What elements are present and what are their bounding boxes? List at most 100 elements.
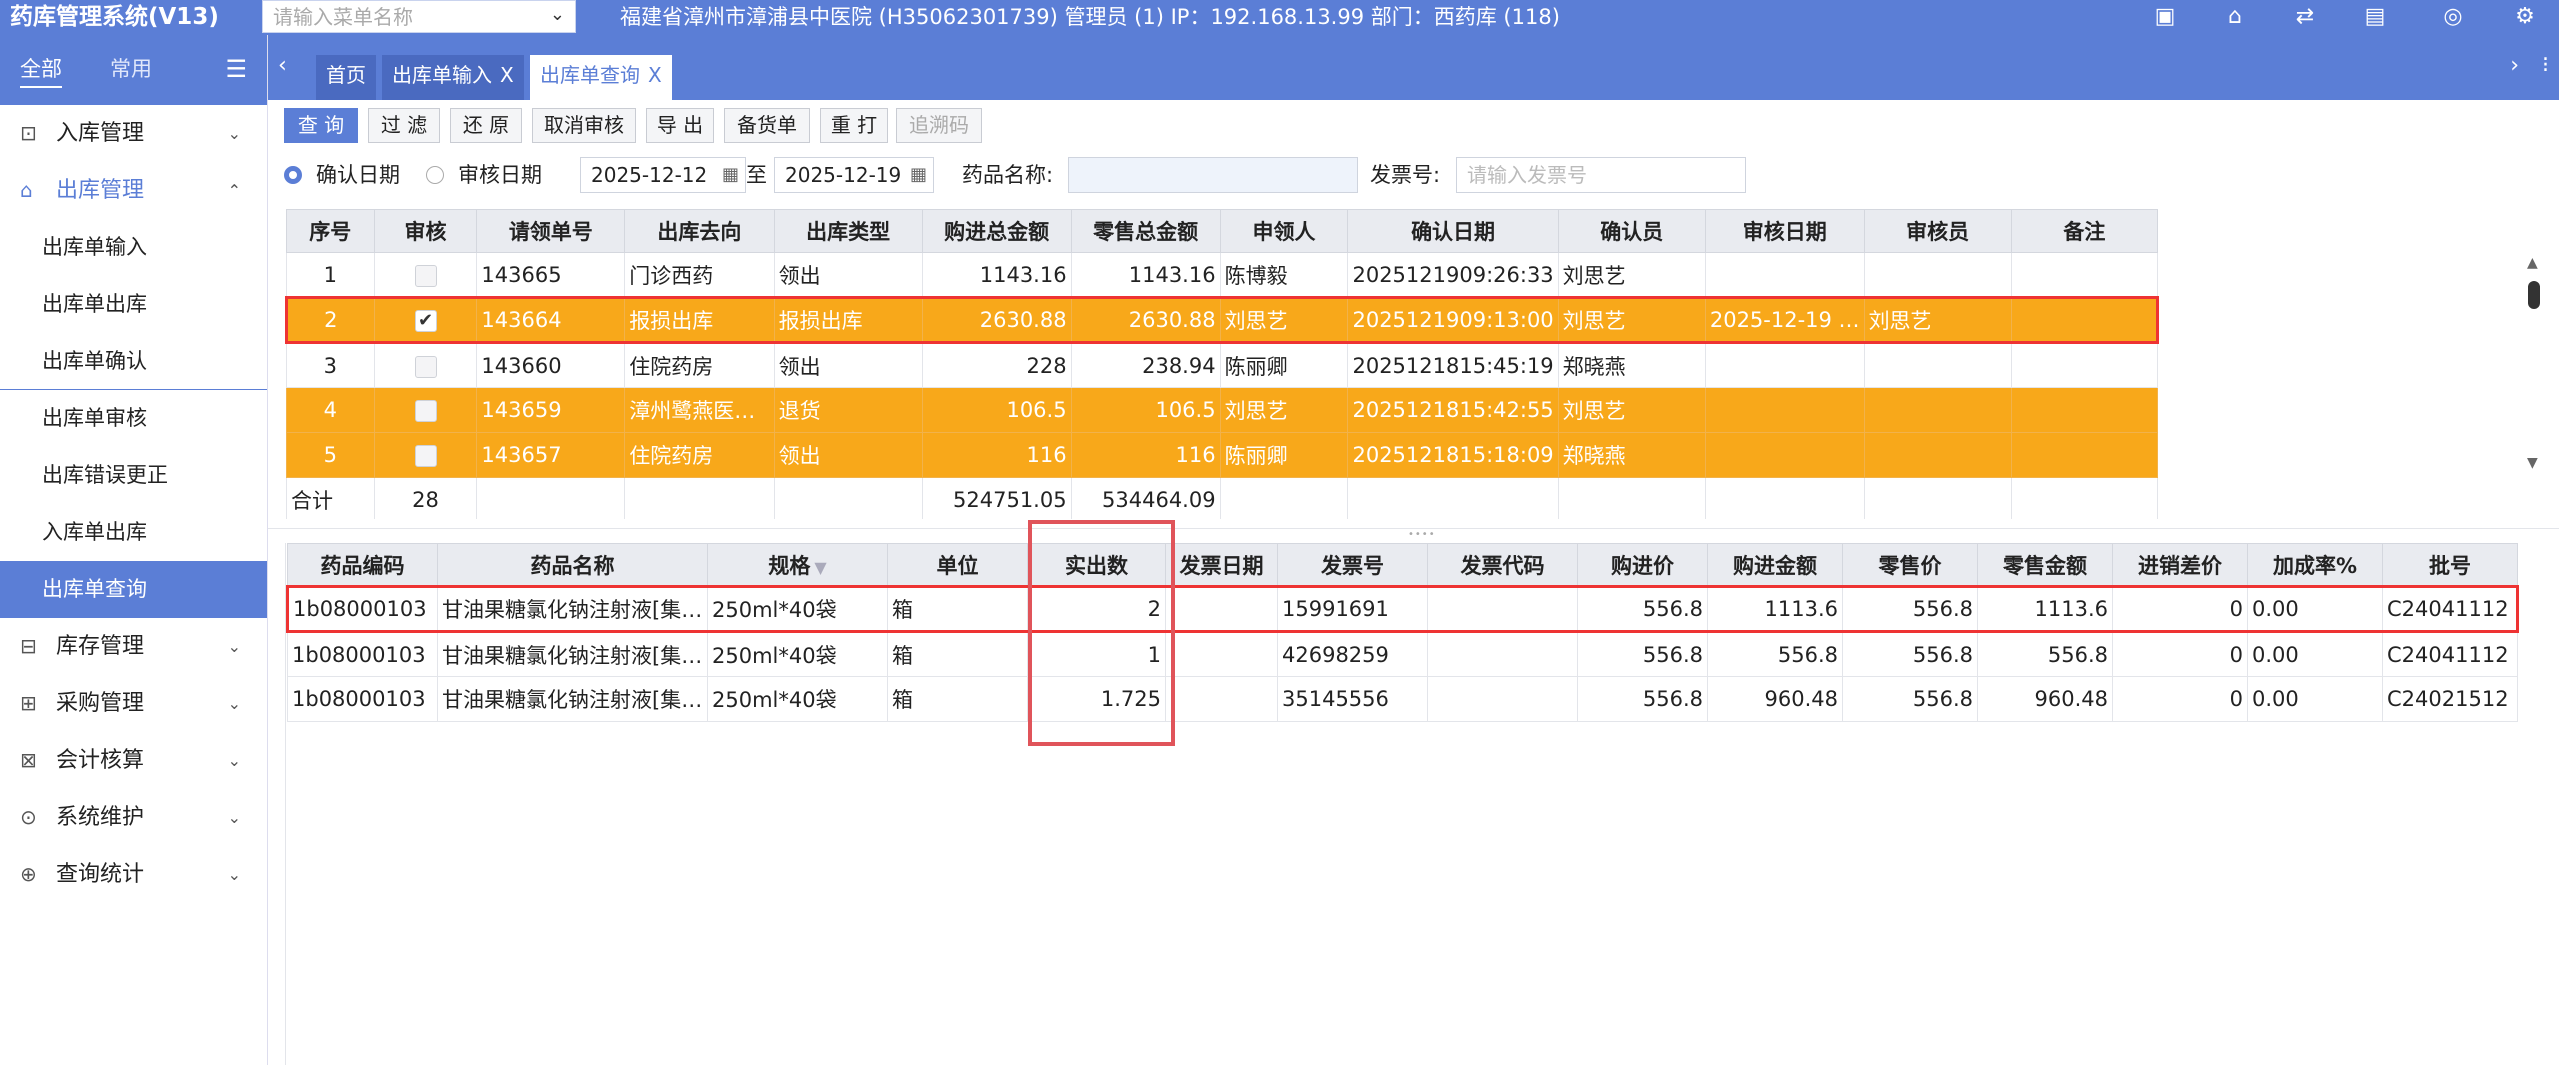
presentation-icon[interactable]: ⌂: [2222, 4, 2248, 30]
column-header[interactable]: 药品编码: [287, 543, 438, 587]
nav-group-accounting[interactable]: ⊠ 会计核算 ⌄: [0, 732, 267, 789]
nav-item-outbound-audit[interactable]: 出库单审核: [0, 390, 267, 447]
shield-icon[interactable]: ◎: [2440, 4, 2466, 30]
column-header[interactable]: 购进总金额: [921, 209, 1072, 253]
audit-checkbox[interactable]: [414, 264, 437, 287]
calendar-icon[interactable]: ▦: [722, 158, 739, 192]
screen-icon[interactable]: ▣: [2152, 4, 2178, 30]
nav-item-outbound-confirm[interactable]: 出库单确认: [0, 333, 267, 390]
table-row[interactable]: 1 143665 门诊西药 领出 1143.16 1143.16 陈博毅 202…: [286, 252, 2159, 298]
nav-group-label: 入库管理: [56, 121, 145, 146]
table-row[interactable]: 1b08000103 甘油果糖氯化钠注射液[集… 250ml*40袋 箱 1 4…: [287, 631, 2518, 677]
column-header[interactable]: 确认日期: [1347, 209, 1559, 253]
nav-item-outbound-correction[interactable]: 出库错误更正: [0, 447, 267, 504]
drug-name-label: 药品名称:: [962, 163, 1054, 187]
date-from-field[interactable]: 2025-12-12 ▦: [580, 157, 746, 193]
close-icon[interactable]: X: [648, 63, 662, 87]
column-header[interactable]: 审核日期: [1704, 209, 1865, 253]
column-header[interactable]: 加成率%: [2247, 543, 2383, 587]
more-icon[interactable]: ⁝: [2542, 53, 2549, 78]
scroll-up-icon[interactable]: ▲: [2527, 255, 2538, 271]
nav-item-inbound-outbound[interactable]: 入库单出库: [0, 504, 267, 561]
column-header[interactable]: 发票代码: [1427, 543, 1578, 587]
menu-collapse-icon[interactable]: ☰: [225, 55, 247, 83]
chevron-down-icon[interactable]: ⌄: [550, 4, 565, 25]
column-header[interactable]: 实出数: [1027, 543, 1166, 587]
tab-outbound-input[interactable]: 出库单输入 X: [382, 55, 524, 100]
filter-button[interactable]: 过 滤: [368, 108, 440, 143]
nav-group-stock[interactable]: ⊟ 库存管理 ⌄: [0, 618, 267, 675]
nav-item-outbound-input[interactable]: 出库单输入: [0, 219, 267, 276]
menu-search[interactable]: ⌄: [262, 0, 576, 33]
calendar-icon[interactable]: ▦: [910, 158, 927, 192]
column-header[interactable]: 发票日期: [1165, 543, 1278, 587]
column-header[interactable]: 备注: [2010, 209, 2159, 253]
cancel-audit-button[interactable]: 取消审核: [532, 108, 636, 143]
table-row[interactable]: 4 143659 漳州鹭燕医… 退货 106.5 106.5 刘思艺 20251…: [286, 387, 2159, 433]
nav-group-purchase[interactable]: ⊞ 采购管理 ⌄: [0, 675, 267, 732]
table-row[interactable]: 2 ✔ 143664 报损出库 报损出库 2630.88 2630.88 刘思艺…: [285, 296, 2159, 344]
tab-outbound-query[interactable]: 出库单查询 X: [530, 55, 672, 100]
reprint-button[interactable]: 重 打: [820, 108, 888, 143]
chevron-left-icon[interactable]: ‹: [278, 53, 287, 78]
column-header[interactable]: 单位: [887, 543, 1028, 587]
gear-icon[interactable]: ⚙: [2512, 4, 2538, 30]
switch-icon[interactable]: ⇄: [2292, 4, 2318, 30]
audit-checkbox[interactable]: [414, 355, 437, 378]
nav-group-outbound[interactable]: ⌂ 出库管理 ⌃: [0, 162, 267, 219]
table-row[interactable]: 1b08000103 甘油果糖氯化钠注射液[集… 250ml*40袋 箱 1.7…: [287, 676, 2518, 722]
column-header[interactable]: 审核: [373, 209, 478, 253]
column-header[interactable]: 申领人: [1219, 209, 1349, 253]
column-header[interactable]: 零售总金额: [1070, 209, 1221, 253]
nav-item-outbound-query[interactable]: 出库单查询: [0, 561, 267, 618]
restore-button[interactable]: 还 原: [450, 108, 522, 143]
column-header[interactable]: 零售价: [1842, 543, 1978, 587]
drag-handle-icon[interactable]: ••••: [1408, 529, 1436, 540]
audit-checkbox[interactable]: [414, 445, 437, 467]
close-icon[interactable]: X: [500, 63, 514, 87]
upper-table-scrollbar[interactable]: ▲ ▼: [2525, 255, 2545, 475]
sidebar-tab-all[interactable]: 全部: [20, 53, 62, 88]
column-header[interactable]: 序号: [286, 209, 375, 253]
nav-group-inbound[interactable]: ⊡ 入库管理 ⌄: [0, 105, 267, 162]
scroll-down-icon[interactable]: ▼: [2527, 455, 2538, 471]
table-row[interactable]: 1b08000103 甘油果糖氯化钠注射液[集… 250ml*40袋 箱 2 1…: [286, 585, 2519, 633]
nav-group-stats[interactable]: ⊕ 查询统计 ⌄: [0, 846, 267, 903]
nav-item-outbound-issue[interactable]: 出库单出库: [0, 276, 267, 333]
pane-splitter[interactable]: ••••: [268, 528, 2559, 540]
nav-group-system[interactable]: ⊙ 系统维护 ⌄: [0, 789, 267, 846]
column-header[interactable]: 购进金额: [1707, 543, 1843, 587]
column-header[interactable]: 零售金额: [1977, 543, 2113, 587]
column-header[interactable]: 出库类型: [773, 209, 923, 253]
query-button[interactable]: 查 询: [284, 108, 358, 143]
column-header[interactable]: 批号: [2382, 543, 2518, 587]
filter-icon[interactable]: ▼: [814, 558, 826, 577]
drug-name-input[interactable]: [1068, 157, 1358, 193]
menu-search-input[interactable]: [263, 1, 533, 32]
table-row[interactable]: 5 143657 住院药房 领出 116 116 陈丽卿 2025121815:…: [286, 432, 2159, 478]
column-header[interactable]: 确认员: [1557, 209, 1706, 253]
trace-code-button[interactable]: 追溯码: [896, 108, 982, 143]
chevron-right-icon[interactable]: ›: [2510, 53, 2519, 78]
column-header[interactable]: 发票号: [1277, 543, 1428, 587]
column-header[interactable]: 进销差价: [2112, 543, 2248, 587]
checkmark-icon[interactable]: ✔: [414, 310, 437, 332]
column-header[interactable]: 购进价: [1577, 543, 1708, 587]
date-to-field[interactable]: 2025-12-19 ▦: [774, 157, 934, 193]
audit-checkbox[interactable]: [414, 400, 437, 422]
sidebar-tab-common[interactable]: 常用: [110, 53, 152, 83]
export-button[interactable]: 导 出: [646, 108, 714, 143]
audit-date-radio[interactable]: [426, 166, 444, 184]
column-header-spec[interactable]: 规格 ▼: [707, 543, 888, 587]
column-header[interactable]: 请领单号: [476, 209, 626, 253]
column-header[interactable]: 审核员: [1863, 209, 2012, 253]
document-icon[interactable]: ▤: [2362, 4, 2388, 30]
prepare-list-button[interactable]: 备货单: [724, 108, 810, 143]
scrollbar-thumb[interactable]: [2528, 281, 2540, 309]
confirm-date-radio[interactable]: [284, 166, 302, 184]
invoice-input[interactable]: 请输入发票号: [1456, 157, 1746, 193]
table-row[interactable]: 3 143660 住院药房 领出 228 238.94 陈丽卿 20251218…: [286, 342, 2159, 388]
tab-home[interactable]: 首页: [316, 55, 376, 100]
column-header[interactable]: 药品名称: [437, 543, 708, 587]
column-header[interactable]: 出库去向: [624, 209, 775, 253]
